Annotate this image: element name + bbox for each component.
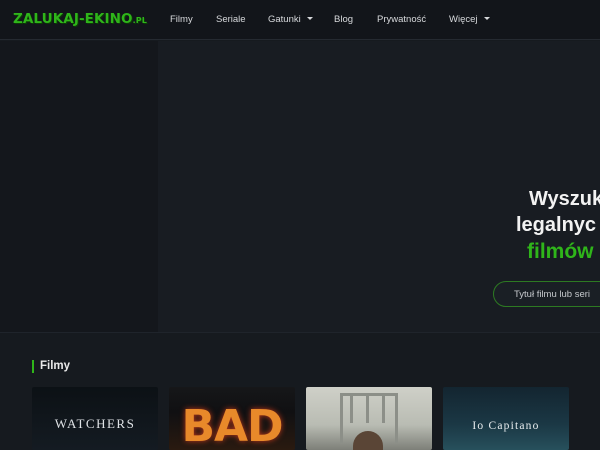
- poster-window-bar: [366, 393, 369, 423]
- movie-card[interactable]: [306, 387, 432, 450]
- movie-card[interactable]: WATCHERS: [32, 387, 158, 450]
- nav-item-wiecej[interactable]: Więcej: [449, 14, 490, 25]
- nav-item-blog[interactable]: Blog: [334, 14, 353, 25]
- search-input[interactable]: Tytuł filmu lub seri: [493, 281, 600, 307]
- nav-item-filmy[interactable]: Filmy: [170, 14, 193, 25]
- site-header: ZALUKAJ-EKINO.PL Filmy Seriale Gatunki B…: [0, 0, 600, 40]
- nav-label: Prywatność: [377, 14, 427, 25]
- movie-card[interactable]: BAD: [169, 387, 295, 450]
- poster-window-bar: [350, 393, 353, 423]
- caret-down-icon: [306, 16, 313, 20]
- nav-label: Gatunki: [268, 14, 301, 25]
- nav-item-prywatnosc[interactable]: Prywatność: [377, 14, 426, 25]
- movie-card[interactable]: Io Capitano: [443, 387, 569, 450]
- nav-item-seriale[interactable]: Seriale: [216, 14, 246, 25]
- logo-tld: .PL: [132, 16, 147, 25]
- poster-window-bar: [382, 393, 385, 423]
- search-placeholder: Tytuł filmu lub seri: [514, 289, 591, 300]
- logo-text: ZALUKAJ-EKINO: [13, 11, 133, 27]
- caret-down-icon: [483, 16, 490, 20]
- hero-side-panel: [0, 41, 158, 332]
- nav-label: Seriale: [216, 14, 246, 25]
- poster-title: Io Capitano: [472, 420, 540, 432]
- hero-heading-line-1: Wyszuk: [529, 188, 600, 210]
- hero-divider: [0, 332, 600, 333]
- nav-item-gatunki[interactable]: Gatunki: [268, 14, 313, 25]
- poster-title: BAD: [181, 401, 283, 450]
- section-accent-bar: [32, 360, 34, 373]
- nav-label: Więcej: [449, 14, 478, 25]
- section-title: Filmy: [40, 360, 71, 372]
- hero-heading-line-3: filmów: [527, 240, 594, 263]
- poster-title: WATCHERS: [54, 416, 136, 431]
- hero-heading-line-2: legalnyc: [516, 214, 597, 236]
- nav-label: Blog: [334, 14, 354, 25]
- nav-label: Filmy: [170, 14, 193, 25]
- site-logo[interactable]: ZALUKAJ-EKINO.PL: [13, 11, 147, 27]
